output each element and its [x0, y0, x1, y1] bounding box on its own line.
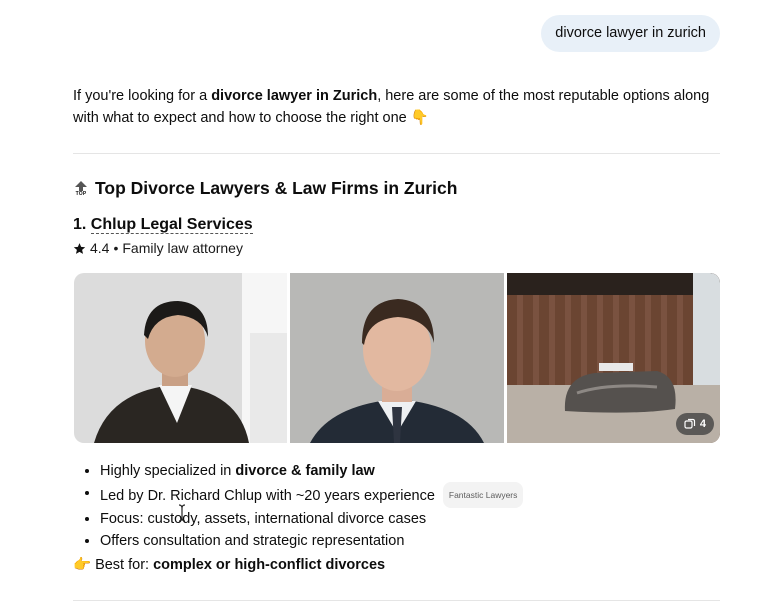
rating-separator: • [113, 240, 119, 256]
listing-number: 1. [73, 216, 87, 233]
list-item: Led by Dr. Richard Chlup with ~20 years … [73, 482, 720, 508]
intro-text-before: If you're looking for a [73, 88, 212, 104]
text-cursor-icon [178, 504, 186, 522]
intro-paragraph: If you're looking for a divorce lawyer i… [73, 86, 720, 129]
image-count: 4 [699, 418, 706, 430]
divider [73, 153, 720, 154]
point-down-emoji: 👇 [410, 109, 429, 126]
rating-value: 4.4 [90, 240, 110, 256]
gallery-photo-1[interactable] [74, 273, 288, 443]
images-stack-icon [684, 418, 695, 429]
listing-rating-row: 4.4 • Family law attorney [73, 240, 243, 256]
top-icon-label: TOP [75, 190, 87, 197]
source-citation-pill[interactable]: Fantastic Lawyers [442, 482, 524, 508]
list-item: Highly specialized in divorce & family l… [73, 460, 720, 482]
star-icon [73, 242, 86, 254]
best-for-value: complex or high-conflict divorces [153, 556, 386, 573]
list-item: Offers consultation and strategic repres… [73, 530, 720, 552]
best-for-label: Best for: [95, 556, 150, 573]
intro-bold: divorce lawyer in Zurich [211, 88, 378, 104]
divider [73, 600, 720, 601]
gallery-photo-3[interactable]: 4 [506, 273, 720, 443]
listing-bullets: Highly specialized in divorce & family l… [73, 460, 720, 552]
list-item: Focus: custody, assets, international di… [73, 508, 720, 530]
image-count-badge[interactable]: 4 [675, 413, 714, 435]
listing-category: Family law attorney [122, 240, 243, 256]
listing-heading: 1. Chlup Legal Services [73, 216, 253, 234]
image-gallery[interactable]: 4 [74, 273, 720, 443]
section-title: Top Divorce Lawyers & Law Firms in Zuric… [95, 178, 458, 198]
listing-name-link[interactable]: Chlup Legal Services [90, 216, 253, 234]
section-heading: TOP Top Divorce Lawyers & Law Firms in Z… [73, 178, 457, 199]
user-message-bubble: divorce lawyer in zurich [541, 15, 720, 52]
top-arrow-icon: TOP [73, 180, 89, 197]
gallery-photo-2[interactable] [290, 273, 504, 443]
bullet-bold: divorce & family law [235, 463, 375, 479]
best-for-line: 👉 Best for: complex or high-conflict div… [73, 556, 386, 574]
point-right-emoji: 👉 [73, 557, 92, 573]
